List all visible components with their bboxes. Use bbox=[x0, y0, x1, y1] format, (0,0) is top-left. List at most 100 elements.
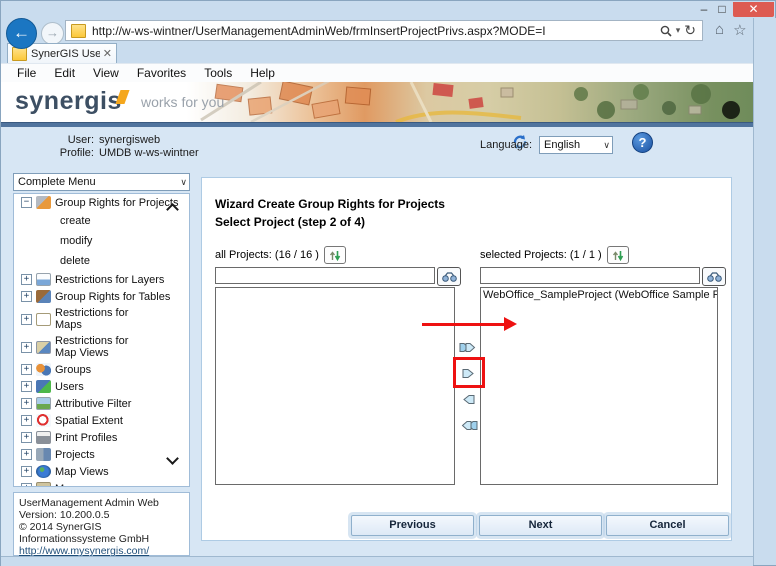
tree-item-label[interactable]: Print Profiles bbox=[55, 432, 117, 444]
expand-icon[interactable]: + bbox=[21, 449, 32, 460]
tree-item[interactable]: + Map Views bbox=[14, 463, 189, 480]
refresh-icon[interactable]: ↻ bbox=[684, 22, 696, 39]
tab-title[interactable]: SynerGIS Usermanagement ... bbox=[31, 48, 100, 60]
tree-item-label[interactable]: Spatial Extent bbox=[55, 415, 123, 427]
favorites-star-icon[interactable]: ☆ bbox=[733, 21, 746, 39]
tree-item-label[interactable]: modify bbox=[60, 235, 92, 247]
tree-item-label[interactable]: Projects bbox=[55, 449, 95, 461]
users-icon bbox=[36, 380, 51, 393]
tree-item[interactable]: + Groups bbox=[14, 361, 189, 378]
menu-edit[interactable]: Edit bbox=[54, 66, 75, 80]
next-button[interactable]: Next bbox=[479, 515, 602, 536]
binoculars-filter-icon[interactable] bbox=[702, 267, 726, 286]
language-select[interactable]: English ∨ bbox=[539, 136, 613, 154]
collapse-icon[interactable]: − bbox=[21, 197, 32, 208]
search-dropdown-icon[interactable]: ▾ bbox=[676, 25, 681, 36]
minimize-button[interactable]: – bbox=[695, 2, 713, 17]
close-button[interactable]: ✕ bbox=[733, 2, 774, 17]
tree-item[interactable]: + Restrictions for Map Views bbox=[14, 333, 189, 361]
annotation-highlight-box bbox=[453, 357, 485, 388]
tree-item-label[interactable]: Restrictions for Map Views bbox=[55, 335, 128, 359]
annotation-arrow bbox=[422, 323, 506, 326]
expand-icon[interactable]: + bbox=[21, 466, 32, 477]
session-info: User: synergisweb Profile: UMDB w-ws-win… bbox=[19, 134, 199, 160]
tree-item-label[interactable]: Users bbox=[55, 381, 84, 393]
cancel-button[interactable]: Cancel bbox=[606, 515, 729, 536]
tree-item-label[interactable]: Map Views bbox=[55, 466, 109, 478]
move-left-button[interactable] bbox=[458, 391, 480, 408]
expand-icon[interactable]: + bbox=[21, 381, 32, 392]
address-bar-row: ← → http://w-ws-wintner/UserManagementAd… bbox=[1, 18, 775, 43]
move-all-right-button[interactable] bbox=[458, 339, 480, 356]
expand-icon[interactable]: + bbox=[21, 364, 32, 375]
profile-label: Profile: bbox=[19, 147, 94, 160]
tree-item-label[interactable]: Attributive Filter bbox=[55, 398, 131, 410]
tree-item-label[interactable]: Group Rights for Projects bbox=[55, 197, 179, 209]
move-all-left-button[interactable] bbox=[458, 417, 480, 434]
selected-projects-label: selected Projects: (1 / 1 ) bbox=[480, 249, 602, 261]
url-text[interactable]: http://w-ws-wintner/UserManagementAdminW… bbox=[92, 24, 660, 38]
previous-button[interactable]: Previous bbox=[351, 515, 474, 536]
scroll-up-icon[interactable] bbox=[167, 202, 178, 212]
footer-company: Informationssysteme GmbH bbox=[19, 533, 184, 545]
wizard-panel: Wizard Create Group Rights for Projects … bbox=[201, 177, 732, 541]
tree-item[interactable]: − Group Rights for Projects bbox=[14, 194, 189, 211]
tree-item[interactable]: + Spatial Extent bbox=[14, 412, 189, 429]
selected-projects-filter-input[interactable] bbox=[480, 267, 700, 284]
wizard-subtitle: Select Project (step 2 of 4) bbox=[215, 215, 365, 229]
expand-icon[interactable]: + bbox=[21, 398, 32, 409]
back-button[interactable]: ← bbox=[6, 18, 37, 49]
tree-item[interactable]: + Maps bbox=[14, 480, 189, 487]
menu-view[interactable]: View bbox=[93, 66, 119, 80]
wizard-title: Wizard Create Group Rights for Projects bbox=[215, 197, 445, 211]
menu-help[interactable]: Help bbox=[250, 66, 275, 80]
expand-icon[interactable]: + bbox=[21, 291, 32, 302]
expand-icon[interactable]: + bbox=[21, 314, 32, 325]
sort-icon[interactable] bbox=[607, 246, 629, 264]
menu-file[interactable]: File bbox=[17, 66, 36, 80]
tree-item[interactable]: + Group Rights for Tables bbox=[14, 288, 189, 305]
search-icon[interactable] bbox=[660, 25, 672, 37]
menu-favorites[interactable]: Favorites bbox=[137, 66, 186, 80]
all-projects-listbox[interactable] bbox=[215, 287, 455, 485]
expand-icon[interactable]: + bbox=[21, 342, 32, 353]
tab-close-icon[interactable]: ✕ bbox=[103, 47, 112, 60]
expand-icon[interactable]: + bbox=[21, 415, 32, 426]
tree-item-label[interactable]: Restrictions for Layers bbox=[55, 274, 164, 286]
forward-button[interactable]: → bbox=[41, 22, 64, 45]
expand-icon[interactable]: + bbox=[21, 274, 32, 285]
tree-item[interactable]: + Print Profiles bbox=[14, 429, 189, 446]
list-item[interactable]: WebOffice_SampleProject (WebOffice Sampl… bbox=[481, 288, 717, 302]
url-bar[interactable]: http://w-ws-wintner/UserManagementAdminW… bbox=[65, 20, 703, 41]
tree-item[interactable]: + Projects bbox=[14, 446, 189, 463]
tree-item-label[interactable]: Group Rights for Tables bbox=[55, 291, 170, 303]
all-projects-filter-input[interactable] bbox=[215, 267, 435, 284]
menu-tools[interactable]: Tools bbox=[204, 66, 232, 80]
tree-item-label[interactable]: Restrictions for Maps bbox=[55, 307, 128, 331]
attributive-filter-icon bbox=[36, 397, 51, 410]
sort-icon[interactable] bbox=[324, 246, 346, 264]
tree-item[interactable]: delete bbox=[14, 251, 189, 271]
tree-item-label[interactable]: Groups bbox=[55, 364, 91, 376]
synergis-logo: synergis bbox=[15, 87, 122, 116]
tree-item[interactable]: + Attributive Filter bbox=[14, 395, 189, 412]
synergis-banner: synergis works for you bbox=[1, 82, 775, 122]
tree-item[interactable]: create bbox=[14, 211, 189, 231]
expand-icon[interactable]: + bbox=[21, 432, 32, 443]
binoculars-filter-icon[interactable] bbox=[437, 267, 461, 286]
tree-item[interactable]: + Users bbox=[14, 378, 189, 395]
tree-item-label[interactable]: create bbox=[60, 215, 91, 227]
tree-item[interactable]: + Restrictions for Layers bbox=[14, 271, 189, 288]
tree-item-label[interactable]: delete bbox=[60, 255, 90, 267]
scroll-down-icon[interactable] bbox=[167, 455, 178, 465]
tree-item[interactable]: + Restrictions for Maps bbox=[14, 305, 189, 333]
maximize-button[interactable]: □ bbox=[713, 2, 731, 17]
sidebar-menu-select[interactable]: Complete Menu ∨ bbox=[13, 173, 190, 191]
map-view-icon bbox=[36, 341, 51, 354]
footer-version: Version: 10.200.0.5 bbox=[19, 509, 184, 521]
home-icon[interactable]: ⌂ bbox=[715, 21, 724, 39]
expand-icon[interactable]: + bbox=[21, 483, 32, 487]
tree-item[interactable]: modify bbox=[14, 231, 189, 251]
tree-item-label[interactable]: Maps bbox=[55, 483, 82, 488]
help-icon[interactable]: ? bbox=[632, 132, 653, 153]
